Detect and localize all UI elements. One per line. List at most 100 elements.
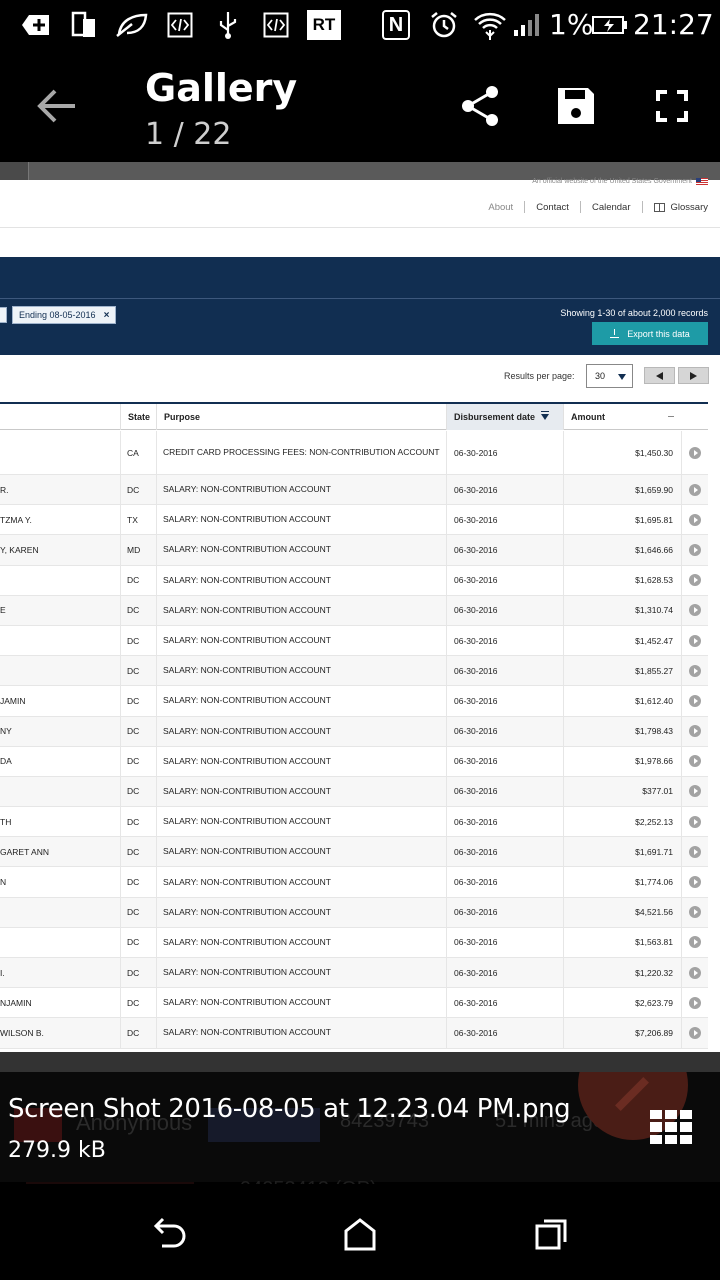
- cell-date: 06-30-2016: [446, 656, 563, 686]
- cell-date-text: 06-30-2016: [454, 967, 498, 978]
- home-nav-icon[interactable]: [338, 1212, 382, 1256]
- cell-amount: $4,521.56: [563, 897, 681, 927]
- link-about[interactable]: About: [488, 202, 513, 213]
- table-row[interactable]: DC SALARY: NON-CONTRIBUTION ACCOUNT 06-30-…: [0, 776, 708, 808]
- table-row[interactable]: Y, KAREN MD SALARY: NON-CONTRIBUTION ACCOU…: [0, 535, 708, 566]
- row-detail-button[interactable]: [681, 686, 708, 716]
- row-detail-button[interactable]: [681, 897, 708, 927]
- col-purpose[interactable]: Purpose: [156, 404, 446, 430]
- row-detail-button[interactable]: [681, 776, 708, 807]
- table-row[interactable]: DC SALARY: NON-CONTRIBUTION ACCOUNT 06-30-…: [0, 625, 708, 657]
- link-calendar[interactable]: Calendar: [592, 202, 631, 213]
- row-detail-button[interactable]: [681, 625, 708, 656]
- cell-purpose-text: SALARY: NON-CONTRIBUTION ACCOUNT: [163, 574, 331, 585]
- filter-chip-partial[interactable]: [0, 307, 7, 323]
- table-row[interactable]: N DC SALARY: NON-CONTRIBUTION ACCOUNT 06-30…: [0, 867, 708, 898]
- col-amount[interactable]: Amount: [563, 404, 708, 430]
- nfc-label: N: [388, 13, 404, 36]
- col-amount-label: Amount: [571, 412, 605, 422]
- cell-amount: $1,855.27: [563, 656, 681, 686]
- table-row[interactable]: DC SALARY: NON-CONTRIBUTION ACCOUNT 06-30-…: [0, 656, 708, 687]
- table-row[interactable]: DC SALARY: NON-CONTRIBUTION ACCOUNT 06-30-…: [0, 927, 708, 958]
- link-contact[interactable]: Contact: [536, 202, 569, 213]
- cell-amount: $1,452.47: [563, 625, 681, 656]
- table-row[interactable]: I. DC SALARY: NON-CONTRIBUTION ACCOUNT 06-3…: [0, 958, 708, 989]
- row-detail-button[interactable]: [681, 565, 708, 595]
- battery-charging-icon: [592, 10, 628, 40]
- row-detail-button[interactable]: [681, 595, 708, 625]
- recents-nav-icon[interactable]: [530, 1212, 574, 1256]
- cell-purpose: SALARY: NON-CONTRIBUTION ACCOUNT: [156, 927, 446, 957]
- table-row[interactable]: R. DC SALARY: NON-CONTRIBUTION ACCOUNT 06-3…: [0, 475, 708, 506]
- save-icon[interactable]: [550, 80, 602, 132]
- row-detail-button[interactable]: [681, 716, 708, 746]
- table-row[interactable]: JAMIN DC SALARY: NON-CONTRIBUTION ACCOUNT 0…: [0, 686, 708, 717]
- table-row[interactable]: TH DC SALARY: NON-CONTRIBUTION ACCOUNT 06-3…: [0, 807, 708, 838]
- row-detail-button[interactable]: [681, 807, 708, 837]
- cell-date: 06-30-2016: [446, 535, 563, 565]
- cell-amount: $1,628.53: [563, 565, 681, 595]
- row-detail-button[interactable]: [681, 988, 708, 1018]
- row-detail-button[interactable]: [681, 475, 708, 505]
- close-icon[interactable]: ×: [104, 310, 110, 321]
- cell-date-text: 06-30-2016: [454, 756, 498, 767]
- table-row[interactable]: WILSON B. DC SALARY: NON-CONTRIBUTION ACCO…: [0, 1018, 708, 1049]
- grid-view-icon[interactable]: [650, 1110, 694, 1144]
- cell-state: DC: [120, 837, 156, 867]
- back-arrow-icon[interactable]: [30, 80, 82, 132]
- table-row[interactable]: DA DC SALARY: NON-CONTRIBUTION ACCOUNT 06-3…: [0, 746, 708, 777]
- navigation-bar: [0, 1184, 720, 1280]
- row-detail-button[interactable]: [681, 1018, 708, 1048]
- results-per-page-label: Results per page:: [504, 371, 575, 381]
- back-nav-icon[interactable]: [146, 1212, 190, 1256]
- fullscreen-icon[interactable]: [646, 80, 698, 132]
- prev-page-button[interactable]: [644, 367, 675, 384]
- cell-purpose-text: SALARY: NON-CONTRIBUTION ACCOUNT: [163, 997, 331, 1008]
- image-viewer[interactable]: An official website of the United States…: [0, 162, 720, 1072]
- table-row[interactable]: DC SALARY: NON-CONTRIBUTION ACCOUNT 06-30-…: [0, 897, 708, 928]
- col-disbursement-date[interactable]: Disbursement date: [446, 404, 563, 430]
- table-row[interactable]: NJAMIN DC SALARY: NON-CONTRIBUTION ACCOUNT…: [0, 988, 708, 1019]
- table-row[interactable]: GARET ANN DC SALARY: NON-CONTRIBUTION ACCO…: [0, 837, 708, 868]
- results-per-page-select[interactable]: 30: [586, 364, 633, 388]
- cell-purpose: SALARY: NON-CONTRIBUTION ACCOUNT: [156, 837, 446, 867]
- row-detail-button[interactable]: [681, 505, 708, 535]
- cell-purpose: SALARY: NON-CONTRIBUTION ACCOUNT: [156, 897, 446, 927]
- link-glossary[interactable]: Glossary: [671, 202, 708, 213]
- cell-name: JAMIN: [0, 686, 120, 715]
- chevron-down-icon: [618, 374, 626, 380]
- row-detail-button[interactable]: [681, 867, 708, 897]
- cell-state: DC: [120, 656, 156, 686]
- row-detail-button[interactable]: [681, 656, 708, 686]
- cell-amount-text: $1,563.81: [635, 937, 673, 948]
- chevron-right-circle-icon: [689, 845, 701, 858]
- dual-screen-icon: [70, 10, 98, 40]
- col-state[interactable]: State: [120, 404, 156, 430]
- cell-state-text: DC: [127, 997, 140, 1008]
- filter-chip-ending[interactable]: Ending 08-05-2016 ×: [12, 306, 117, 324]
- cell-amount: $1,310.74: [563, 595, 681, 625]
- table-row[interactable]: NY DC SALARY: NON-CONTRIBUTION ACCOUNT 06-3…: [0, 716, 708, 747]
- arrow-left-icon: [656, 371, 663, 380]
- table-row[interactable]: CA CREDIT CARD PROCESSING FEES: NON-CONTR…: [0, 431, 708, 475]
- export-button[interactable]: Export this data: [592, 322, 708, 345]
- share-icon[interactable]: [454, 80, 506, 132]
- row-detail-button[interactable]: [681, 431, 708, 474]
- chevron-right-circle-icon: [689, 966, 701, 979]
- row-detail-button[interactable]: [681, 958, 708, 988]
- table-row[interactable]: TZMA Y. TX SALARY: NON-CONTRIBUTION ACCOUN…: [0, 505, 708, 536]
- cell-name-text: N: [0, 877, 7, 888]
- rt-app-icon: RT: [307, 10, 341, 40]
- alarm-icon: [428, 10, 460, 40]
- book-icon: [653, 202, 665, 212]
- row-detail-button[interactable]: [681, 746, 708, 776]
- row-detail-button[interactable]: [681, 535, 708, 565]
- row-detail-button[interactable]: [681, 837, 708, 867]
- table-row[interactable]: DC SALARY: NON-CONTRIBUTION ACCOUNT 06-30-…: [0, 565, 708, 596]
- chevron-right-circle-icon: [689, 755, 701, 768]
- row-detail-button[interactable]: [681, 927, 708, 957]
- viewer-bottom-strip: [0, 1052, 720, 1072]
- next-page-button[interactable]: [678, 367, 709, 384]
- cell-amount-text: $1,855.27: [635, 665, 673, 676]
- table-row[interactable]: E DC SALARY: NON-CONTRIBUTION ACCOUNT 06-30…: [0, 595, 708, 626]
